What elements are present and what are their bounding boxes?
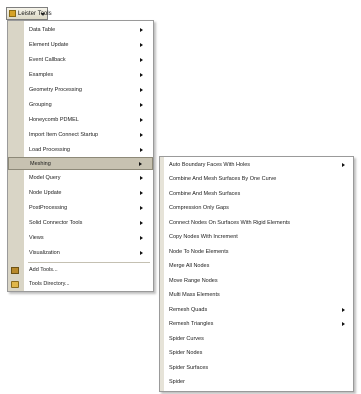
submenu-item-label: Multi Mass Elements xyxy=(169,292,220,298)
submenu-item-label: Spider Surfaces xyxy=(169,365,209,371)
menu-item-label: Geometry Processing xyxy=(29,87,82,93)
chevron-down-icon xyxy=(41,13,45,16)
menu-item-label: Honeycomb PDMEL xyxy=(29,117,79,123)
submenu-item-label: Combine And Mesh Surfaces By One Curve xyxy=(169,176,277,182)
menu-item-event-callback[interactable]: Event Callback xyxy=(8,54,153,67)
chevron-right-icon xyxy=(140,133,143,137)
menu-item-label: Element Update xyxy=(29,42,69,48)
tools-toolbar-button-label: Leister Tools xyxy=(18,11,52,17)
menu-item-label: Grouping xyxy=(29,102,52,108)
chevron-right-icon xyxy=(140,28,143,32)
screen: Leister Tools Data Table Element Update … xyxy=(0,0,361,394)
menu-item-model-query[interactable]: Model Query xyxy=(8,172,153,185)
submenu-item-spider-surfaces[interactable]: Spider Surfaces xyxy=(160,362,353,375)
chevron-right-icon xyxy=(140,73,143,77)
menu-item-examples[interactable]: Examples xyxy=(8,69,153,82)
submenu-item-combine-mesh-one-curve[interactable]: Combine And Mesh Surfaces By One Curve xyxy=(160,173,353,186)
submenu-item-spider-curves[interactable]: Spider Curves xyxy=(160,333,353,346)
menu-item-label: Event Callback xyxy=(29,57,66,63)
chevron-right-icon xyxy=(140,236,143,240)
submenu-item-label: Auto Boundary Faces With Holes xyxy=(169,162,251,168)
menu-item-import-item-connect-startup[interactable]: Import Item Connect Startup xyxy=(8,129,153,142)
menu-item-visualization[interactable]: Visualization xyxy=(8,247,153,260)
submenu-item-label: Spider Curves xyxy=(169,336,204,342)
chevron-right-icon xyxy=(140,118,143,122)
chevron-right-icon xyxy=(140,176,143,180)
chevron-right-icon xyxy=(140,43,143,47)
menu-item-data-table[interactable]: Data Table xyxy=(8,24,153,37)
menu-item-label: Node Update xyxy=(29,190,62,196)
menu-item-label: Solid Connector Tools xyxy=(29,220,83,226)
submenu-item-connect-nodes-rigid[interactable]: Connect Nodes On Surfaces With Rigid Ele… xyxy=(160,217,353,230)
submenu-item-move-range-nodes[interactable]: Move Range Nodes xyxy=(160,275,353,288)
menu-item-meshing[interactable]: Meshing xyxy=(8,157,153,170)
submenu-item-label: Spider Nodes xyxy=(169,350,203,356)
submenu-item-label: Remesh Quads xyxy=(169,307,208,313)
menu-item-element-update[interactable]: Element Update xyxy=(8,39,153,52)
chevron-right-icon xyxy=(140,148,143,152)
chevron-right-icon xyxy=(140,251,143,255)
menu-item-label: Visualization xyxy=(29,250,60,256)
menu-item-solid-connector-tools[interactable]: Solid Connector Tools xyxy=(8,217,153,230)
menu-item-tools-directory[interactable]: Tools Directory... xyxy=(8,278,153,291)
chevron-right-icon xyxy=(140,191,143,195)
tools-icon xyxy=(11,267,19,274)
submenu-item-spider-nodes[interactable]: Spider Nodes xyxy=(160,347,353,360)
chevron-right-icon xyxy=(342,322,345,326)
submenu-item-remesh-triangles[interactable]: Remesh Triangles xyxy=(160,318,353,331)
chevron-right-icon xyxy=(140,221,143,225)
chevron-right-icon xyxy=(140,88,143,92)
submenu-item-combine-mesh-surfaces[interactable]: Combine And Mesh Surfaces xyxy=(160,188,353,201)
submenu-item-compression-only-gaps[interactable]: Compression Only Gaps xyxy=(160,202,353,215)
menu-item-geometry-processing[interactable]: Geometry Processing xyxy=(8,84,153,97)
submenu-item-label: Compression Only Gaps xyxy=(169,205,229,211)
chevron-right-icon xyxy=(342,163,345,167)
submenu-item-label: Spider xyxy=(169,379,185,385)
menu-item-load-processing[interactable]: Load Processing xyxy=(8,144,153,157)
submenu-item-auto-boundary-faces[interactable]: Auto Boundary Faces With Holes xyxy=(160,159,353,172)
submenu-item-spider[interactable]: Spider xyxy=(160,376,353,389)
tools-toolbar-button[interactable]: Leister Tools xyxy=(6,7,52,20)
menu-item-label: Load Processing xyxy=(29,147,70,153)
menu-item-postprocessing[interactable]: PostProcessing xyxy=(8,202,153,215)
menu-item-label: PostProcessing xyxy=(29,205,68,211)
chevron-right-icon xyxy=(342,308,345,312)
submenu-item-label: Copy Nodes With Increment xyxy=(169,234,238,240)
tools-icon xyxy=(9,10,16,17)
submenu-item-label: Merge All Nodes xyxy=(169,263,210,269)
meshing-submenu: Auto Boundary Faces With Holes Combine A… xyxy=(159,156,354,392)
tools-dropdown-menu: Data Table Element Update Event Callback… xyxy=(7,20,154,292)
submenu-item-label: Combine And Mesh Surfaces xyxy=(169,191,241,197)
folder-icon xyxy=(11,281,19,288)
menu-item-honeycomb-pdmel[interactable]: Honeycomb PDMEL xyxy=(8,114,153,127)
submenu-item-multi-mass-elements[interactable]: Multi Mass Elements xyxy=(160,289,353,302)
menu-item-label: Model Query xyxy=(29,175,61,181)
chevron-right-icon xyxy=(140,58,143,62)
chevron-right-icon xyxy=(140,103,143,107)
chevron-right-icon xyxy=(140,206,143,210)
submenu-item-remesh-quads[interactable]: Remesh Quads xyxy=(160,304,353,317)
menu-item-label: Add Tools... xyxy=(29,267,58,273)
submenu-item-copy-nodes-increment[interactable]: Copy Nodes With Increment xyxy=(160,231,353,244)
menu-item-node-update[interactable]: Node Update xyxy=(8,187,153,200)
submenu-item-node-to-node-elements[interactable]: Node To Node Elements xyxy=(160,246,353,259)
menu-item-label: Data Table xyxy=(29,27,56,33)
submenu-item-label: Node To Node Elements xyxy=(169,249,229,255)
submenu-item-label: Remesh Triangles xyxy=(169,321,214,327)
menu-separator xyxy=(28,262,150,263)
menu-item-views[interactable]: Views xyxy=(8,232,153,245)
menu-item-label: Examples xyxy=(29,72,54,78)
submenu-item-merge-all-nodes[interactable]: Merge All Nodes xyxy=(160,260,353,273)
submenu-item-label: Connect Nodes On Surfaces With Rigid Ele… xyxy=(169,220,291,226)
menu-item-grouping[interactable]: Grouping xyxy=(8,99,153,112)
menu-item-label: Meshing xyxy=(30,161,51,167)
menu-item-label: Import Item Connect Startup xyxy=(29,132,99,138)
submenu-item-label: Move Range Nodes xyxy=(169,278,218,284)
menu-item-add-tools[interactable]: Add Tools... xyxy=(8,264,153,277)
menu-item-label: Tools Directory... xyxy=(29,281,70,287)
chevron-right-icon xyxy=(139,162,142,166)
menu-item-label: Views xyxy=(29,235,44,241)
